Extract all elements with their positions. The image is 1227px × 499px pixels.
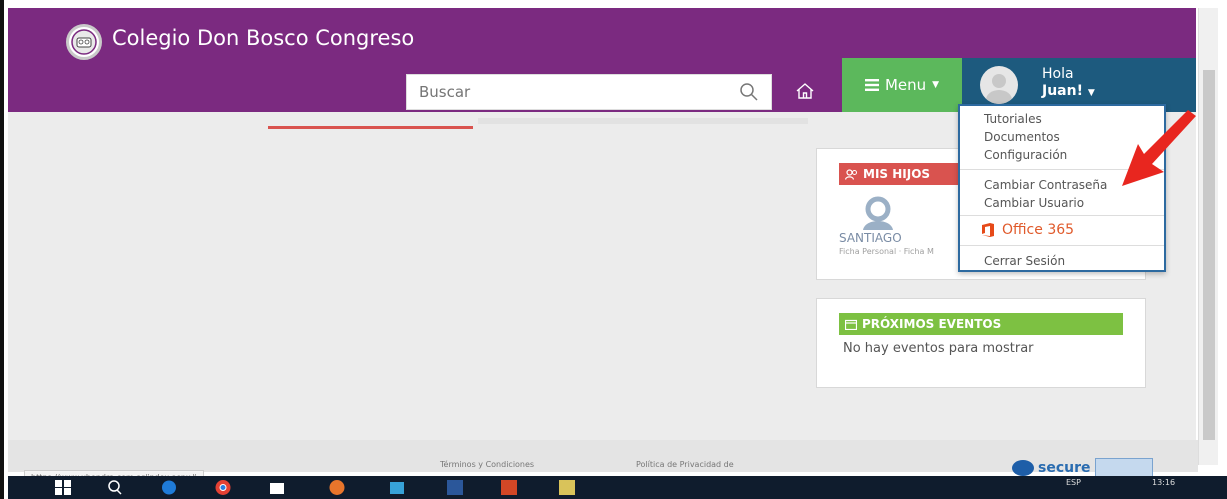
search-input[interactable] <box>407 75 727 109</box>
brand-title[interactable]: Colegio Don Bosco Congreso <box>112 26 414 50</box>
no-events-text: No hay eventos para mostrar <box>843 341 1034 356</box>
powerpoint-icon[interactable] <box>500 479 518 496</box>
menu-item-tutoriales[interactable]: Tutoriales <box>984 112 1042 126</box>
edge-icon[interactable] <box>160 479 178 496</box>
terms-link[interactable]: Términos y Condiciones <box>440 460 534 469</box>
mis-hijos-header: MIS HIJOS <box>839 163 973 185</box>
secure-text: secure <box>1038 460 1091 476</box>
menu-divider <box>960 215 1164 216</box>
windows-taskbar: ESP 13:16 <box>8 476 1227 499</box>
menu-label: Menu <box>884 76 927 94</box>
store-icon[interactable] <box>268 479 286 496</box>
school-logo-icon[interactable] <box>66 24 102 60</box>
mis-hijos-title: MIS HIJOS <box>863 167 931 181</box>
chrome-icon[interactable] <box>214 479 232 496</box>
active-tab-indicator <box>268 126 473 129</box>
secure-logo-icon <box>1012 460 1034 476</box>
app-icon[interactable] <box>388 479 406 496</box>
red-arrow-annotation <box>1122 110 1196 186</box>
scrollbar-thumb[interactable] <box>1203 70 1215 440</box>
users-icon <box>845 168 857 180</box>
proximos-eventos-card: PRÓXIMOS EVENTOS No hay eventos para mos… <box>816 298 1146 388</box>
search-icon[interactable] <box>106 479 124 496</box>
firefox-icon[interactable] <box>328 479 346 496</box>
user-greeting: Hola Juan! ▼ <box>1042 66 1095 102</box>
menu-item-documentos[interactable]: Documentos <box>984 130 1060 144</box>
office-label: Office 365 <box>1002 222 1075 238</box>
secure-seal-icon <box>1094 458 1153 478</box>
child-avatar-icon[interactable] <box>855 194 901 230</box>
windows-start-icon[interactable] <box>54 479 72 496</box>
search-box <box>406 74 772 110</box>
proximos-eventos-title: PRÓXIMOS EVENTOS <box>862 317 1002 331</box>
window-border <box>0 0 4 499</box>
menu-item-cambiar-usuario[interactable]: Cambiar Usuario <box>984 196 1084 210</box>
greeting-text: Hola <box>1042 66 1074 82</box>
menu-item-office-365[interactable]: Office 365 <box>980 222 1074 238</box>
chevron-down-icon: ▼ <box>932 80 940 90</box>
menu-item-cerrar-sesion[interactable]: Cerrar Sesión <box>984 254 1065 268</box>
chevron-down-icon: ▼ <box>1087 88 1095 98</box>
vertical-scrollbar[interactable] <box>1198 8 1218 465</box>
calendar-icon <box>845 319 857 330</box>
home-icon[interactable] <box>794 80 816 102</box>
clock[interactable]: 13:16 <box>1152 478 1175 487</box>
hamburger-icon <box>864 79 879 91</box>
top-header: Colegio Don Bosco Congreso Menu ▼ <box>8 8 1196 112</box>
menu-item-configuracion[interactable]: Configuración <box>984 148 1067 162</box>
proximos-eventos-header: PRÓXIMOS EVENTOS <box>839 313 1123 335</box>
menu-button[interactable]: Menu ▼ <box>842 58 962 112</box>
user-name: Juan! <box>1042 83 1083 99</box>
privacy-link[interactable]: Política de Privacidad de <box>636 460 734 469</box>
avatar <box>980 66 1018 104</box>
tab-strip <box>478 118 808 124</box>
menu-item-cambiar-contrasena[interactable]: Cambiar Contraseña <box>984 178 1107 192</box>
search-icon[interactable] <box>739 82 759 102</box>
child-name[interactable]: SANTIAGO <box>839 231 902 245</box>
menu-divider <box>960 245 1164 246</box>
office-icon <box>982 223 994 237</box>
language-indicator[interactable]: ESP <box>1066 478 1081 487</box>
word-icon[interactable] <box>446 479 464 496</box>
app-icon[interactable] <box>558 479 576 496</box>
